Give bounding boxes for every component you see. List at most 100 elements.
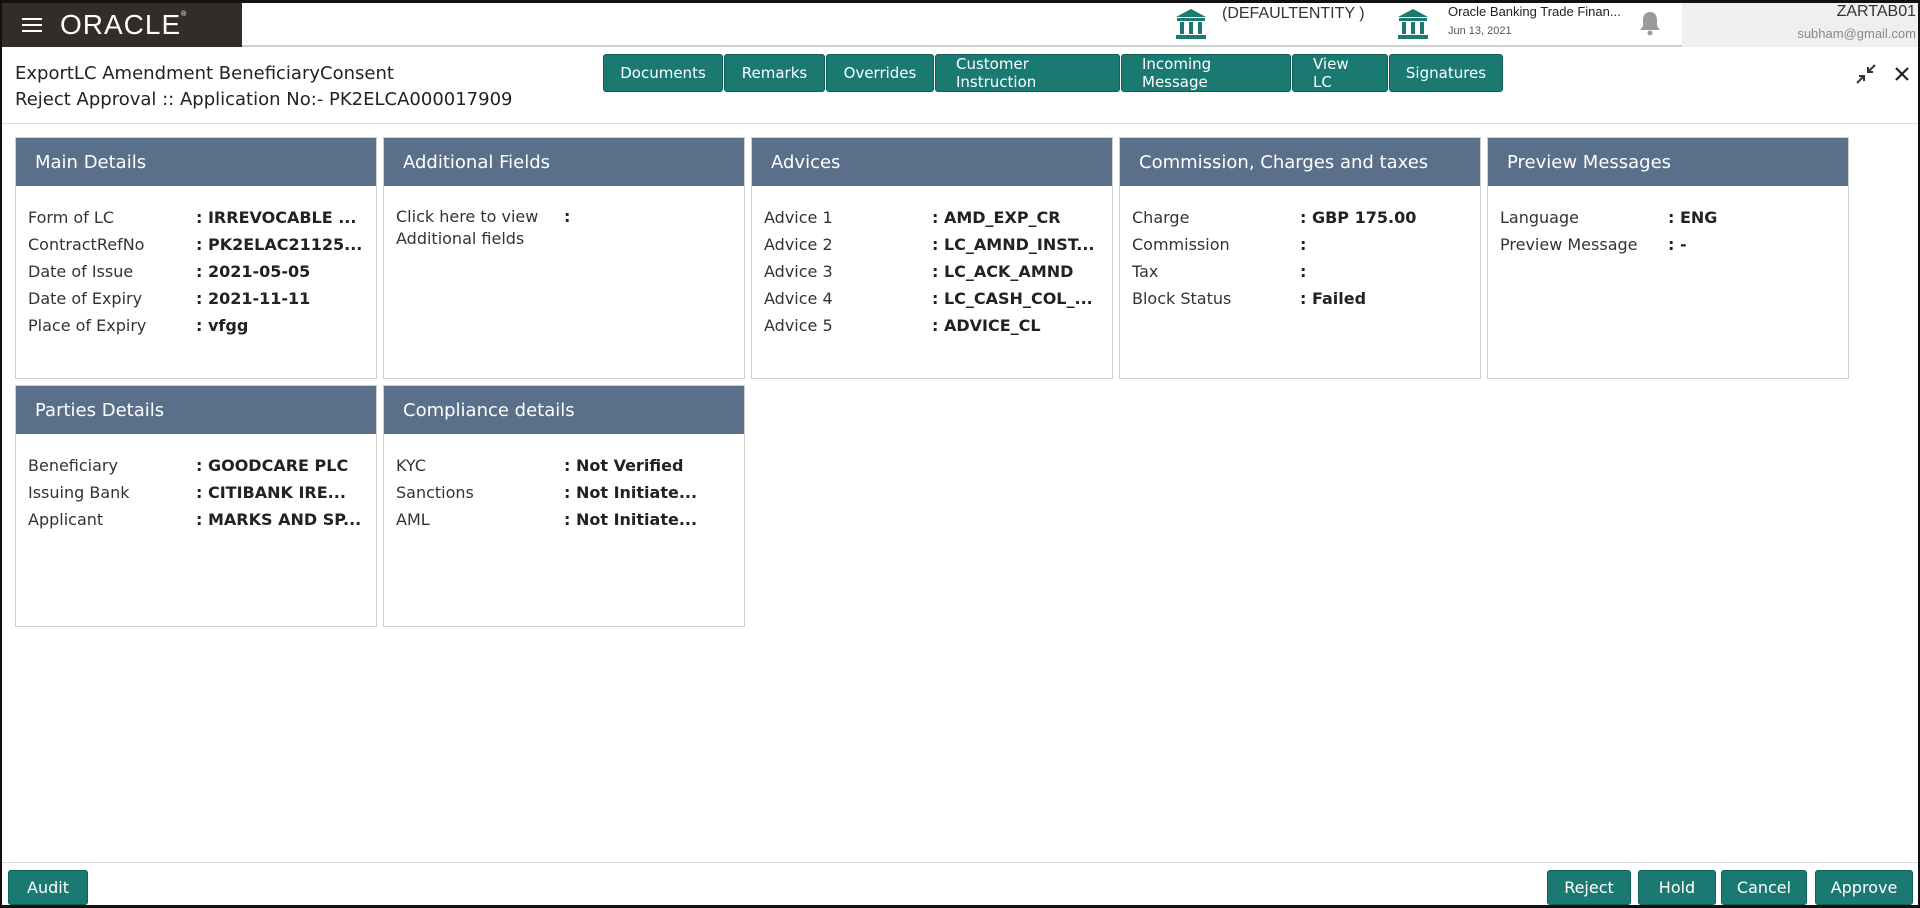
oracle-logo: ORACLE® — [60, 9, 187, 41]
detail-row: Date of Expiry: 2021-11-11 — [28, 285, 364, 312]
detail-value: : 2021-11-11 — [196, 285, 310, 312]
main-details-header[interactable]: Main Details — [16, 138, 376, 186]
detail-row: Advice 1: AMD_EXP_CR — [764, 204, 1100, 231]
commission-charges-card: Commission, Charges and taxes Charge: GB… — [1119, 137, 1481, 379]
cancel-button[interactable]: Cancel — [1721, 870, 1807, 905]
detail-row: Tax: — [1132, 258, 1468, 285]
detail-label: Advice 4 — [764, 285, 932, 312]
detail-value: : Failed — [1300, 285, 1366, 312]
additional-fields-label-line1: Click here to view — [396, 207, 538, 226]
documents-button[interactable]: Documents — [603, 54, 723, 92]
additional-fields-label-line2: Additional fields — [396, 229, 524, 248]
footer-divider — [2, 862, 1918, 863]
bank-icon — [1174, 7, 1208, 41]
detail-row: Advice 3: LC_ACK_AMND — [764, 258, 1100, 285]
bell-icon[interactable] — [1636, 9, 1664, 37]
detail-label: Sanctions — [396, 479, 564, 506]
detail-label: Date of Expiry — [28, 285, 196, 312]
detail-label: Form of LC — [28, 204, 196, 231]
detail-value: : ADVICE_CL — [932, 312, 1041, 339]
detail-row: Block Status: Failed — [1132, 285, 1468, 312]
commission-charges-header[interactable]: Commission, Charges and taxes — [1120, 138, 1480, 186]
parties-details-card: Parties Details Beneficiary: GOODCARE PL… — [15, 385, 377, 627]
parties-details-header[interactable]: Parties Details — [16, 386, 376, 434]
brand-bar: ORACLE® — [2, 3, 242, 47]
app-date: Jun 13, 2021 — [1448, 25, 1621, 37]
detail-row: Issuing Bank: CITIBANK IRE... — [28, 479, 364, 506]
detail-label: Applicant — [28, 506, 196, 533]
detail-label: Date of Issue — [28, 258, 196, 285]
detail-label: Advice 2 — [764, 231, 932, 258]
detail-label: Advice 1 — [764, 204, 932, 231]
detail-row: Language: ENG — [1500, 204, 1836, 231]
detail-row: Date of Issue: 2021-05-05 — [28, 258, 364, 285]
detail-value: : Not Verified — [564, 452, 683, 479]
main-details-card: Main Details Form of LC: IRREVOCABLE ...… — [15, 137, 377, 379]
preview-messages-card: Preview Messages Language: ENG Preview M… — [1487, 137, 1849, 379]
detail-value: : Not Initiate... — [564, 506, 697, 533]
detail-value: : GOODCARE PLC — [196, 452, 348, 479]
audit-button[interactable]: Audit — [8, 870, 88, 905]
detail-label: Advice 3 — [764, 258, 932, 285]
detail-value: : MARKS AND SP... — [196, 506, 361, 533]
overrides-button[interactable]: Overrides — [826, 54, 934, 92]
detail-label: KYC — [396, 452, 564, 479]
detail-row: Applicant: MARKS AND SP... — [28, 506, 364, 533]
advices-header[interactable]: Advices — [752, 138, 1112, 186]
advices-card: Advices Advice 1: AMD_EXP_CR Advice 2: L… — [751, 137, 1113, 379]
detail-value: : Not Initiate... — [564, 479, 697, 506]
detail-row: KYC: Not Verified — [396, 452, 732, 479]
detail-value: : - — [1668, 231, 1687, 258]
customer-instruction-button[interactable]: Customer Instruction — [935, 54, 1120, 92]
detail-label: ContractRefNo — [28, 231, 196, 258]
detail-value: : — [1300, 231, 1306, 258]
detail-row: Form of LC: IRREVOCABLE ... — [28, 204, 364, 231]
detail-row: AML: Not Initiate... — [396, 506, 732, 533]
app-text: Oracle Banking Trade Finan... Jun 13, 20… — [1448, 4, 1621, 41]
detail-row: Beneficiary: GOODCARE PLC — [28, 452, 364, 479]
additional-fields-card: Additional Fields Click here to view Add… — [383, 137, 745, 379]
page-subtitle: Reject Approval :: Application No:- PK2E… — [15, 89, 512, 110]
user-email: subham@gmail.com — [1682, 26, 1916, 41]
app-selector[interactable]: Oracle Banking Trade Finan... Jun 13, 20… — [1396, 3, 1621, 41]
reject-button[interactable]: Reject — [1547, 870, 1631, 905]
detail-row: Advice 4: LC_CASH_COL_... — [764, 285, 1100, 312]
compliance-details-header[interactable]: Compliance details — [384, 386, 744, 434]
top-bar: ORACLE® (DEFAULTENTITY ) Oracle Banking … — [2, 3, 1918, 47]
additional-fields-header[interactable]: Additional Fields — [384, 138, 744, 186]
incoming-message-button[interactable]: Incoming Message — [1121, 54, 1291, 92]
page-title: ExportLC Amendment BeneficiaryConsent — [15, 63, 394, 84]
detail-label: Charge — [1132, 204, 1300, 231]
additional-fields-value: : — [564, 206, 570, 250]
detail-value: : — [1300, 258, 1306, 285]
detail-row: Preview Message: - — [1500, 231, 1836, 258]
entity-selector[interactable]: (DEFAULTENTITY ) — [1174, 3, 1365, 47]
signatures-button[interactable]: Signatures — [1389, 54, 1503, 92]
header-divider — [2, 123, 1918, 124]
detail-value: : AMD_EXP_CR — [932, 204, 1061, 231]
detail-label: Beneficiary — [28, 452, 196, 479]
close-icon[interactable] — [1891, 63, 1913, 85]
detail-label: Issuing Bank — [28, 479, 196, 506]
approve-button[interactable]: Approve — [1815, 870, 1913, 905]
detail-row: Place of Expiry: vfgg — [28, 312, 364, 339]
preview-messages-header[interactable]: Preview Messages — [1488, 138, 1848, 186]
detail-value: : LC_AMND_INST... — [932, 231, 1094, 258]
additional-fields-label: Click here to view Additional fields — [396, 206, 564, 250]
remarks-button[interactable]: Remarks — [724, 54, 825, 92]
hamburger-menu-icon[interactable] — [22, 18, 42, 32]
additional-fields-link[interactable]: Click here to view Additional fields : — [396, 206, 732, 250]
hold-button[interactable]: Hold — [1638, 870, 1716, 905]
detail-label: Block Status — [1132, 285, 1300, 312]
detail-value: : vfgg — [196, 312, 248, 339]
detail-label: Language — [1500, 204, 1668, 231]
detail-row: Commission: — [1132, 231, 1468, 258]
detail-row: ContractRefNo: PK2ELAC21125... — [28, 231, 364, 258]
toolbar: Documents Remarks Overrides Customer Ins… — [603, 54, 1504, 92]
user-menu[interactable]: ZARTAB01 subham@gmail.com — [1682, 3, 1918, 47]
detail-row: Advice 5: ADVICE_CL — [764, 312, 1100, 339]
view-lc-button[interactable]: View LC — [1292, 54, 1388, 92]
logo-mark: ® — [181, 11, 187, 18]
logo-text: ORACLE — [60, 9, 181, 40]
collapse-icon[interactable] — [1855, 63, 1877, 85]
